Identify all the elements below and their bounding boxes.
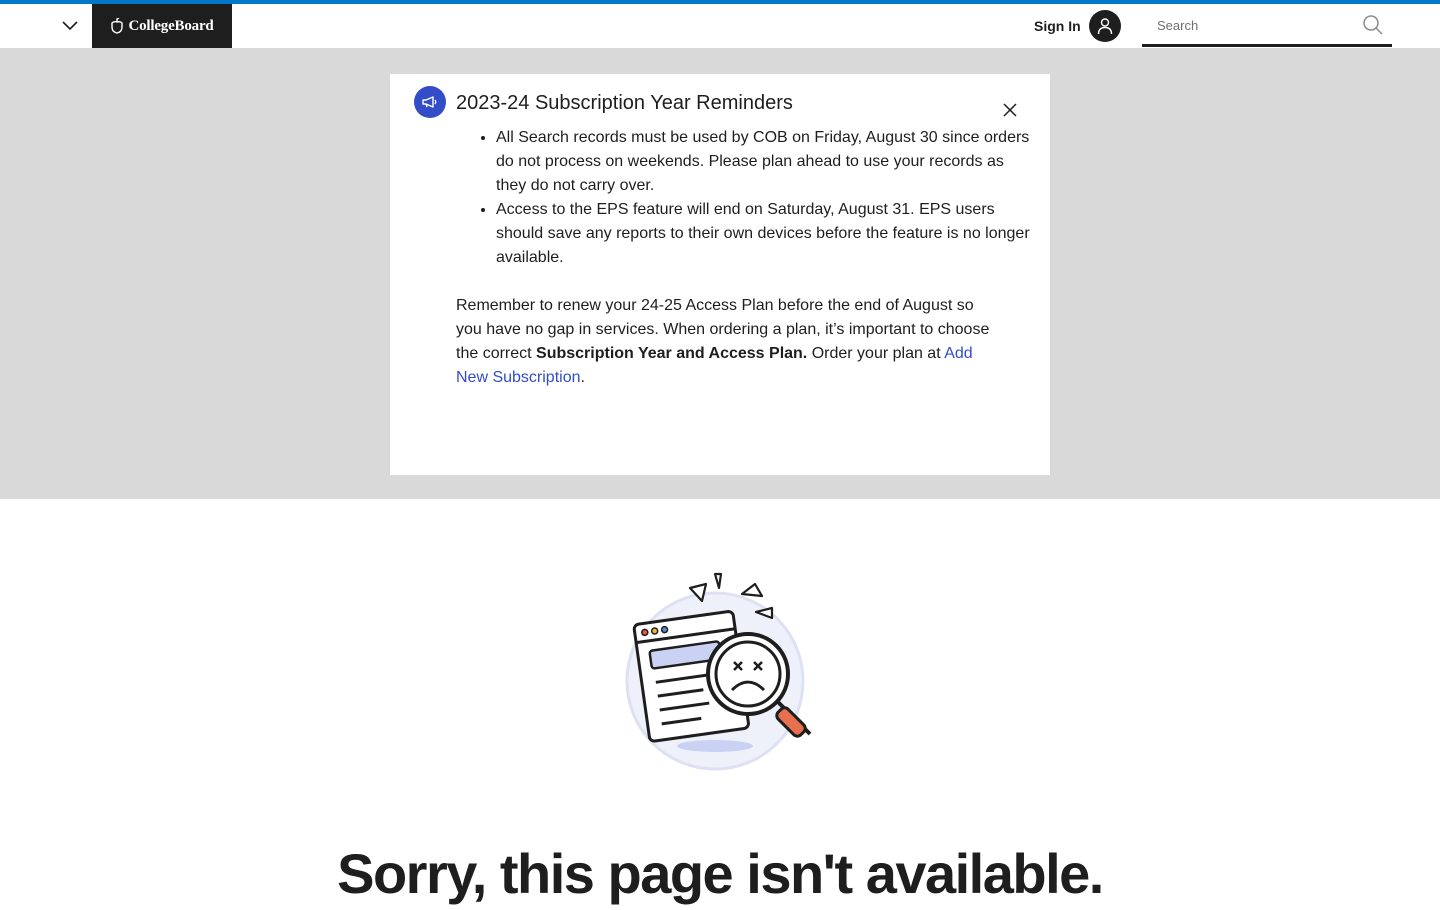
menu-toggle-button[interactable] <box>56 12 84 40</box>
chevron-down-icon <box>62 21 78 31</box>
paragraph-bold-text: Subscription Year and Access Plan. <box>536 345 808 362</box>
user-icon <box>1097 18 1112 35</box>
paragraph-text: . <box>580 369 585 386</box>
renewal-paragraph: Remember to renew your 24-25 Access Plan… <box>456 294 992 390</box>
page-title: Sorry, this page isn't available. <box>337 842 1104 905</box>
close-button[interactable] <box>998 98 1022 122</box>
megaphone-icon <box>414 86 446 118</box>
sign-in-button[interactable]: Sign In <box>1034 10 1121 42</box>
close-icon <box>1003 103 1017 117</box>
list-item: Access to the EPS feature will end on Sa… <box>496 198 1036 270</box>
search-icon[interactable] <box>1362 14 1384 36</box>
reminder-list: All Search records must be used by COB o… <box>456 126 1036 270</box>
notification-title: 2023-24 Subscription Year Reminders <box>456 92 793 114</box>
notification-card: 2023-24 Subscription Year Reminders All … <box>390 74 1050 475</box>
paragraph-text: Order your plan at <box>807 345 945 362</box>
site-header: CollegeBoard Sign In <box>0 4 1440 48</box>
search-input[interactable] <box>1142 8 1367 42</box>
page-not-found-illustration <box>620 566 820 776</box>
collegeboard-logo[interactable]: CollegeBoard <box>92 4 232 48</box>
list-item: All Search records must be used by COB o… <box>496 126 1036 198</box>
acorn-icon <box>111 18 124 34</box>
logo-text: CollegeBoard <box>128 17 214 34</box>
search-box <box>1142 8 1392 47</box>
sign-in-label: Sign In <box>1034 18 1081 34</box>
avatar <box>1088 10 1121 42</box>
notification-area: 2023-24 Subscription Year Reminders All … <box>0 48 1440 499</box>
